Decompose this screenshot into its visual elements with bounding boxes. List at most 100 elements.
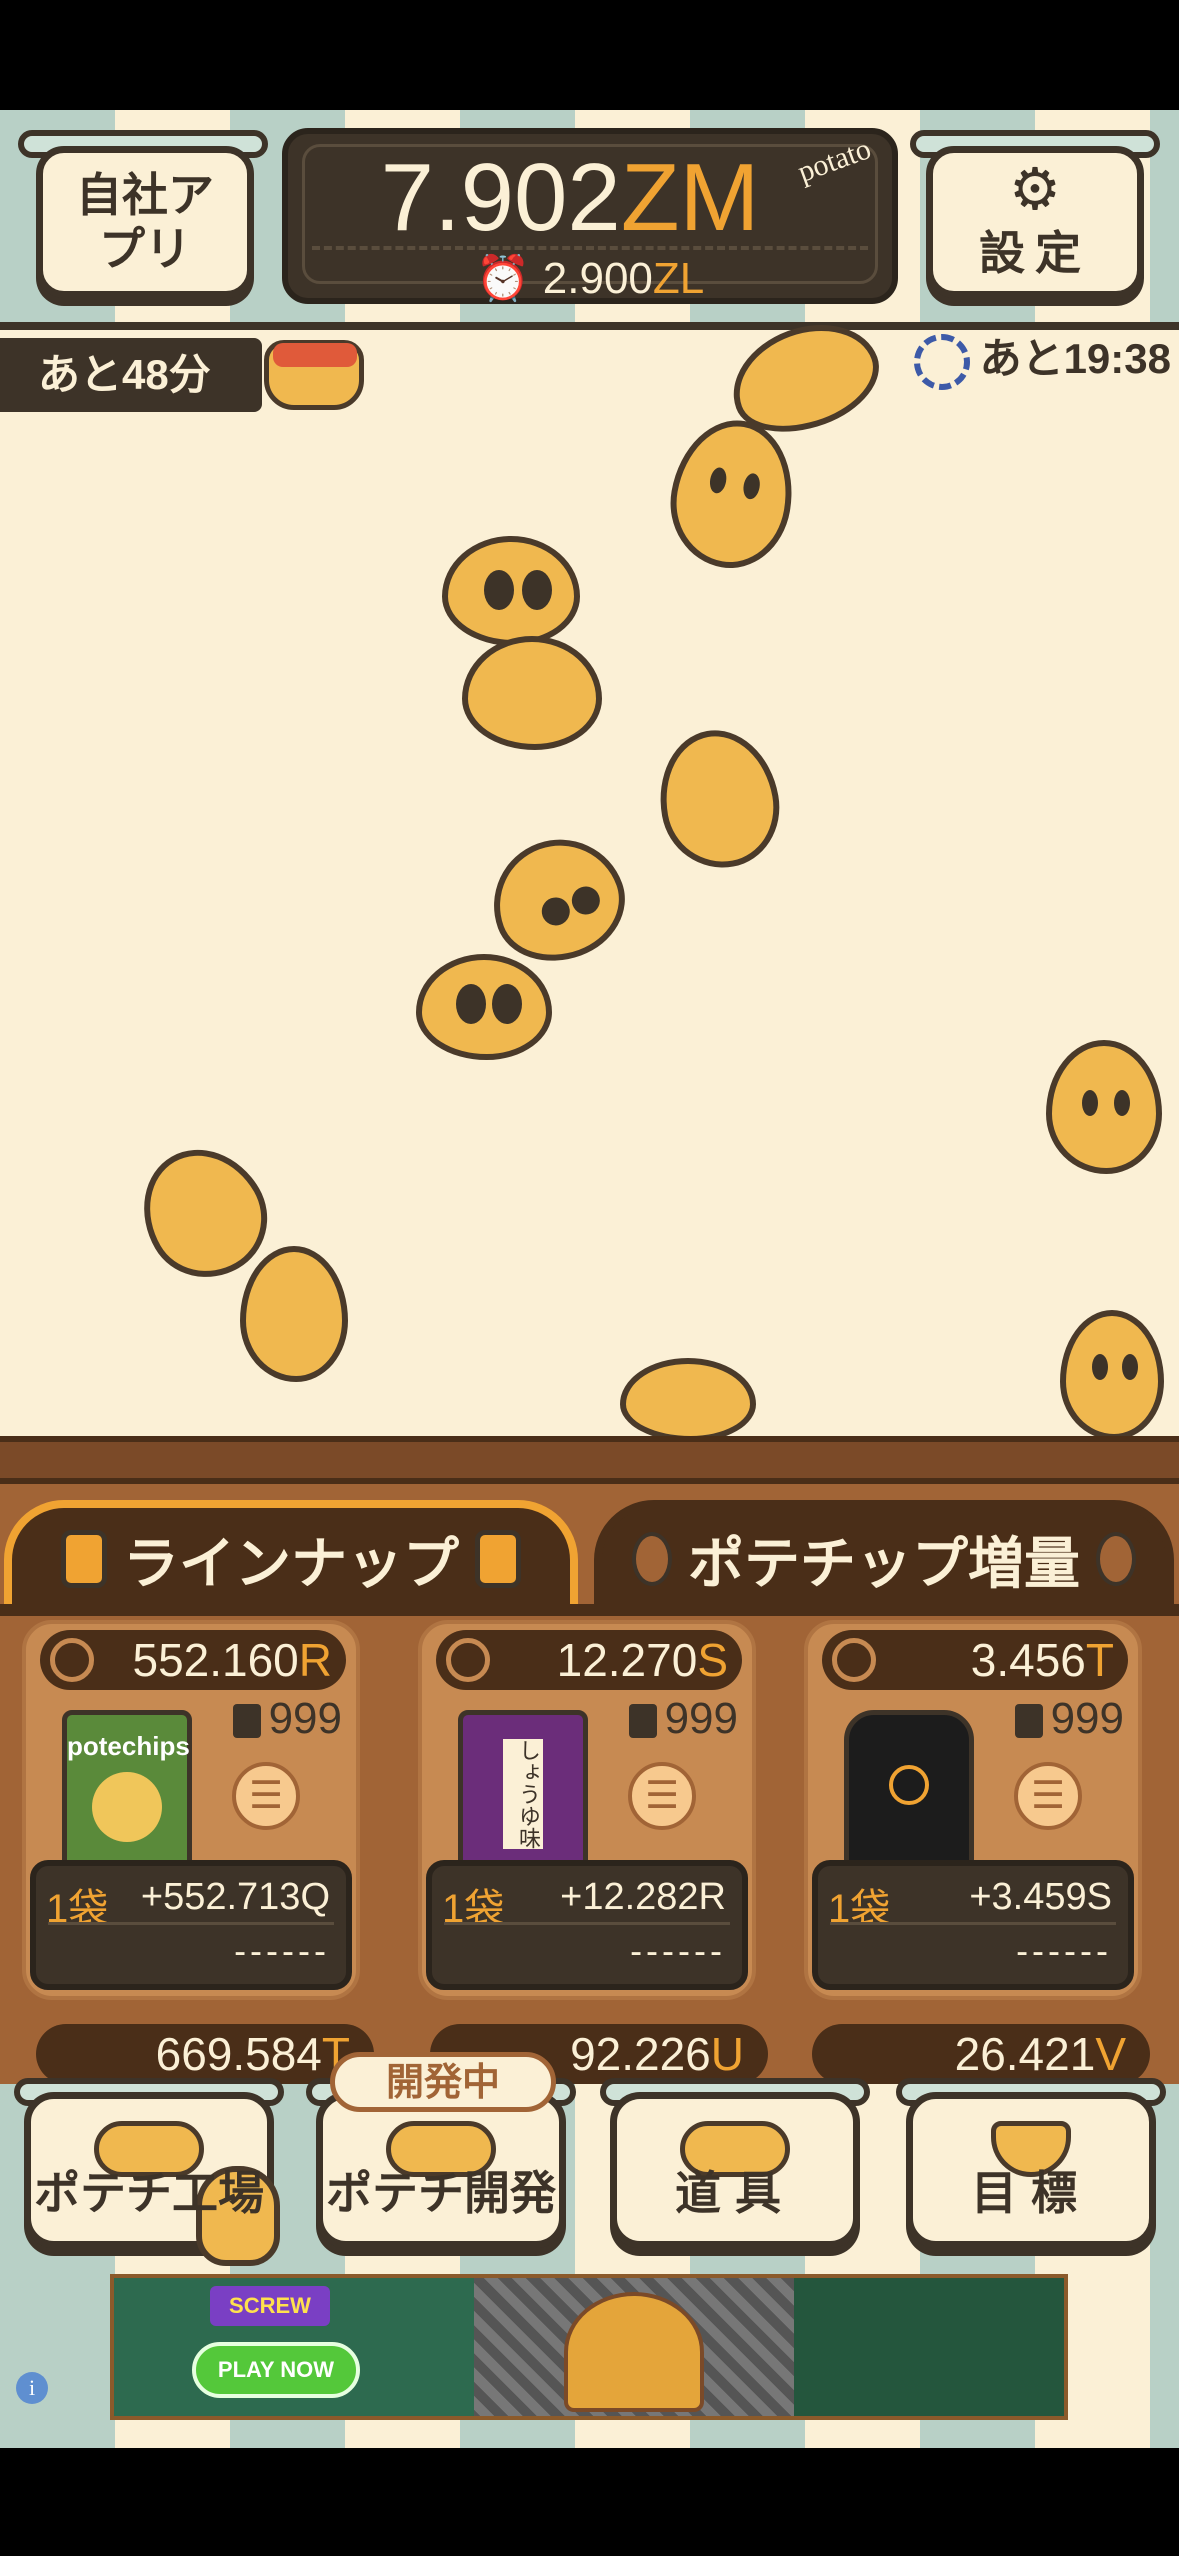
buy-quantity: 1袋	[828, 1887, 891, 1931]
product-stock: 999	[182, 1692, 342, 1746]
product-rate: 552.160R	[40, 1630, 346, 1690]
product-name: potechips	[67, 1731, 190, 1761]
product-stock-value: 999	[1050, 1694, 1124, 1743]
buy-divider	[48, 1922, 334, 1925]
buy-button[interactable]: 1袋 +3.459S ------	[812, 1860, 1134, 1990]
ad-play-button[interactable]: PLAY NOW	[192, 2342, 360, 2398]
potato-icon	[1096, 1532, 1136, 1586]
alarm-clock-icon: ⏰	[475, 254, 531, 303]
product-card[interactable]: 12.270S 999 しょうゆ味 ☰ 1袋 +12.282R ------	[418, 1620, 756, 2000]
event-icon[interactable]	[264, 340, 364, 410]
nav-potechi-dev[interactable]: ポテチ開発	[316, 2092, 566, 2248]
buy-gain: +552.713Q	[140, 1876, 330, 1918]
product-rate-row2[interactable]: 669.584T	[36, 2024, 374, 2084]
buy-cost: ------	[1016, 1930, 1112, 1971]
nav-goals-label: 目標	[971, 2166, 1091, 2220]
event-timer-left-text: あと48分	[38, 351, 211, 398]
product-image: potechips	[62, 1710, 192, 1870]
product-rate-unit: R	[298, 1634, 332, 1686]
product-rate-value: 12.270	[556, 1634, 698, 1686]
nav-bar-area	[0, 2448, 1179, 2556]
product-rate-value: 3.456	[970, 1634, 1086, 1686]
product-rate-unit: S	[697, 1634, 728, 1686]
gear-icon: ⚙	[1009, 155, 1061, 223]
buy-quantity: 1袋	[442, 1887, 505, 1931]
buy-button[interactable]: 1袋 +12.282R ------	[426, 1860, 748, 1990]
dev-in-progress-badge: 開発中	[330, 2052, 556, 2112]
product-rate-row2[interactable]: 26.421V	[812, 2024, 1150, 2084]
total-unit: ZM	[620, 144, 760, 251]
product-rate-value: 552.160	[132, 1634, 299, 1686]
alarm-clock-icon	[50, 1638, 94, 1682]
potato-icon	[632, 1532, 672, 1586]
ad-left-panel: SCREW PLAY NOW	[114, 2278, 474, 2416]
product-rate-unit: T	[1085, 1634, 1114, 1686]
product-stock: 999	[578, 1692, 738, 1746]
potato-character[interactable]	[620, 1358, 756, 1442]
total-potatoes: 7.902ZM	[288, 148, 852, 248]
event-timer-right-text: あと19:38	[979, 335, 1171, 382]
bag-icon	[1014, 1704, 1043, 1739]
rate-unit: ZL	[652, 254, 705, 303]
bag-icon	[628, 1704, 657, 1739]
event-timer-left[interactable]: あと48分	[0, 338, 262, 412]
buy-divider	[830, 1922, 1116, 1925]
menu-list-button[interactable]: ☰	[1014, 1762, 1082, 1830]
product-stock-value: 999	[268, 1694, 342, 1743]
product-rate-value: 92.226	[570, 2028, 711, 2080]
product-stock: 999	[964, 1692, 1124, 1746]
nav-tools[interactable]: 道具	[610, 2092, 860, 2248]
product-rate-unit: U	[710, 2028, 744, 2080]
buy-divider	[444, 1922, 730, 1925]
potato-character[interactable]	[1046, 1040, 1162, 1174]
potato-character[interactable]	[240, 1246, 348, 1382]
buy-quantity: 1袋	[46, 1887, 109, 1931]
product-rate: 12.270S	[436, 1630, 742, 1690]
company-apps-button[interactable]: 自社アプリ	[36, 146, 254, 298]
event-timer-right[interactable]: あと19:38	[880, 322, 1179, 396]
buy-button[interactable]: 1袋 +552.713Q ------	[30, 1860, 352, 1990]
tab-chip-upgrade[interactable]: ポテチップ増量	[594, 1500, 1174, 1610]
potato-character[interactable]	[462, 636, 602, 750]
product-rate-unit: V	[1095, 2028, 1126, 2080]
ad-house-image	[564, 2292, 704, 2412]
product-card[interactable]: 3.456T 999 ☰ 1袋 +3.459S ------	[804, 1620, 1142, 2000]
potato-character[interactable]	[1060, 1310, 1164, 1440]
tab-lineup[interactable]: ラインナップ	[4, 1500, 578, 1610]
product-name: しょうゆ味	[503, 1739, 543, 1849]
potato-character[interactable]	[416, 954, 552, 1060]
product-rate-value: 26.421	[954, 2028, 1096, 2080]
rate-display: ⏰ 2.900ZL	[288, 252, 892, 304]
nav-dev-label: ポテチ開発	[326, 2166, 556, 2220]
ad-right-panel	[794, 2278, 1064, 2416]
alarm-clock-icon	[832, 1638, 876, 1682]
currency-counter: 7.902ZM potato ⏰ 2.900ZL	[282, 128, 898, 304]
menu-list-button[interactable]: ☰	[628, 1762, 696, 1830]
settings-button[interactable]: ⚙ 設定	[926, 146, 1144, 298]
product-image	[844, 1710, 974, 1870]
product-stock-value: 999	[664, 1694, 738, 1743]
product-rate-value: 669.584	[155, 2028, 322, 2080]
total-value: 7.902	[380, 144, 621, 251]
menu-list-button[interactable]: ☰	[232, 1762, 300, 1830]
rate-value: 2.900	[542, 254, 653, 303]
bag-icon	[232, 1704, 261, 1739]
settings-label: 設定	[979, 226, 1091, 280]
ad-banner[interactable]: SCREW PLAY NOW	[110, 2274, 1068, 2420]
alarm-clock-icon	[446, 1638, 490, 1682]
buy-cost: ------	[630, 1930, 726, 1971]
product-rate: 3.456T	[822, 1630, 1128, 1690]
product-card[interactable]: 552.160R 999 potechips ☰ 1袋 +552.713Q --…	[22, 1620, 360, 2000]
tab-chip-upgrade-label: ポテチップ増量	[688, 1531, 1080, 1597]
potato-character[interactable]	[442, 536, 580, 646]
nav-goals[interactable]: 目標	[906, 2092, 1156, 2248]
dev-badge-text: 開発中	[385, 2060, 500, 2104]
ad-info-icon[interactable]: i	[16, 2372, 48, 2404]
bag-icon	[61, 1530, 107, 1588]
product-image: しょうゆ味	[458, 1710, 588, 1870]
nav-tools-label: 道具	[675, 2166, 795, 2220]
tab-underline	[0, 1604, 1179, 1616]
buy-gain: +3.459S	[969, 1876, 1112, 1918]
ad-image	[474, 2278, 794, 2416]
ad-logo: SCREW	[210, 2286, 330, 2326]
